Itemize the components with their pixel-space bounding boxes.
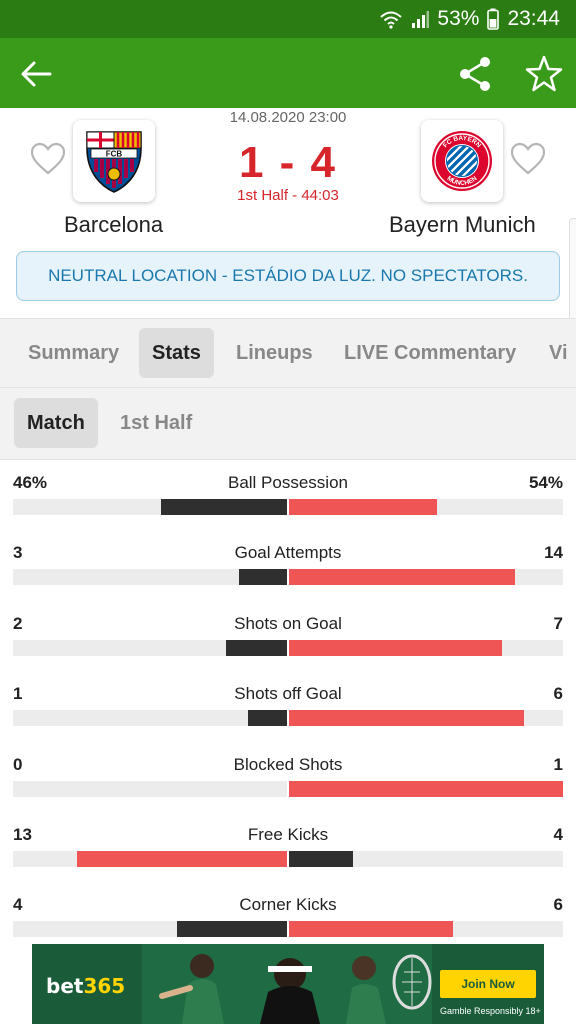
stats-list: 46% Ball Possession 54% 3 Goal Attempts 14 2 Sh… (0, 461, 576, 939)
stat-away-value: 4 (553, 825, 563, 844)
stat-away-value: 7 (553, 614, 563, 633)
star-icon[interactable] (524, 54, 564, 94)
venue-notice: NEUTRAL LOCATION - ESTÁDIO DA LUZ. NO SP… (16, 251, 560, 301)
stat-away-value: 1 (553, 755, 563, 774)
tab-stats[interactable]: Stats (139, 328, 214, 378)
tab-lineups[interactable]: Lineups (223, 328, 326, 378)
wifi-icon (379, 9, 403, 29)
subtab-1st-half[interactable]: 1st Half (107, 398, 205, 448)
battery-percent: 53% (437, 7, 480, 30)
signal-icon (411, 9, 430, 29)
stat-home-track (13, 569, 287, 585)
ad-brand-accent: 365 (83, 974, 126, 998)
away-favorite-heart-icon[interactable] (510, 142, 546, 176)
period-tab-bar: Match 1st Half (0, 388, 576, 460)
home-team-name[interactable]: Barcelona (64, 212, 163, 238)
app-bar (0, 38, 576, 108)
status-bar: 53% 23:44 (0, 0, 576, 38)
stat-away-track (289, 851, 563, 867)
stat-row: 46% Ball Possession 54% (0, 461, 576, 531)
back-arrow-icon[interactable] (16, 54, 56, 94)
ad-brand-main: bet (46, 974, 84, 998)
stat-away-track (289, 640, 563, 656)
stat-away-value: 14 (544, 543, 563, 562)
ad-brand-logo: bet365 (46, 974, 125, 998)
stat-row: 4 Corner Kicks 6 (0, 883, 576, 953)
stat-away-bar (289, 851, 353, 867)
stat-away-bar (289, 499, 437, 515)
tab-video[interactable]: Vi (536, 328, 576, 378)
tab-live-commentary[interactable]: LIVE Commentary (331, 328, 529, 378)
stat-row: 1 Shots off Goal 6 (0, 672, 576, 742)
stat-home-bar (177, 921, 287, 937)
tab-bar: Summary Stats Lineups LIVE Commentary Vi (0, 318, 576, 388)
stat-home-track (13, 499, 287, 515)
stat-home-bar (248, 710, 287, 726)
stat-home-bar (226, 640, 287, 656)
ad-players-image (142, 944, 432, 1024)
stat-row: 0 Blocked Shots 1 (0, 743, 576, 813)
stat-home-bar (77, 851, 287, 867)
stat-name: Blocked Shots (233, 755, 343, 774)
stat-away-bar (289, 640, 502, 656)
stat-away-track (289, 569, 563, 585)
stat-away-value: 54% (528, 473, 563, 492)
stat-name: Shots on Goal (234, 614, 342, 633)
stat-name: Shots off Goal (234, 684, 342, 703)
stat-home-track (13, 781, 287, 797)
stat-name: Ball Possession (227, 473, 348, 492)
stat-row: 3 Goal Attempts 14 (0, 531, 576, 601)
stat-home-bar (161, 499, 287, 515)
stat-name: Goal Attempts (234, 543, 342, 562)
tab-summary[interactable]: Summary (15, 328, 132, 378)
ad-banner[interactable]: bet365 Join Now Gamble Responsibly 18+ (32, 944, 544, 1024)
ad-join-now-button[interactable]: Join Now (440, 970, 536, 998)
stat-home-track (13, 710, 287, 726)
stat-home-track (13, 921, 287, 937)
stat-name: Free Kicks (247, 825, 329, 844)
stat-row: 13 Free Kicks 4 (0, 813, 576, 883)
away-team-name[interactable]: Bayern Munich (389, 212, 536, 238)
stat-away-track (289, 710, 563, 726)
stat-away-bar (289, 921, 453, 937)
match-header: 14.08.2020 23:00 FCB 1 - 4 1st Half - 44… (0, 108, 576, 318)
share-icon[interactable] (456, 54, 496, 94)
stat-away-value: 6 (553, 895, 563, 914)
ad-small-print: Gamble Responsibly 18+ (440, 1006, 541, 1016)
stat-home-track (13, 851, 287, 867)
stat-row: 2 Shots on Goal 7 (0, 602, 576, 672)
stat-away-bar (289, 569, 515, 585)
stat-away-bar (289, 710, 524, 726)
stat-home-bar (239, 569, 287, 585)
stat-away-bar (289, 781, 563, 797)
stat-name: Corner Kicks (239, 895, 337, 914)
stat-away-value: 6 (553, 684, 563, 703)
stat-away-track (289, 499, 563, 515)
stat-away-track (289, 921, 563, 937)
battery-icon (487, 8, 500, 30)
stat-away-track (289, 781, 563, 797)
stat-home-track (13, 640, 287, 656)
subtab-match[interactable]: Match (14, 398, 98, 448)
bayern-crest-icon: FC BAYERN MÜNCHEN (432, 131, 492, 191)
away-team-crest[interactable]: FC BAYERN MÜNCHEN (421, 120, 503, 202)
clock: 23:44 (507, 7, 560, 30)
